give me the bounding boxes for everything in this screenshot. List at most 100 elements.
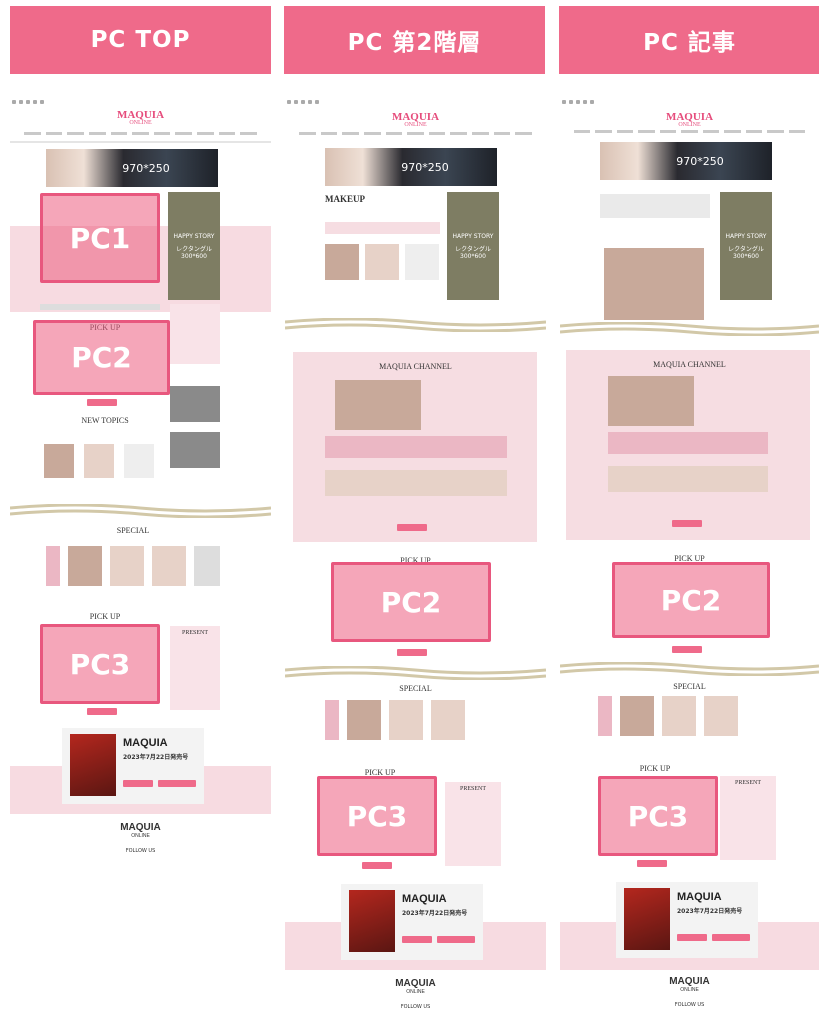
overlay-pc2-b: PC2 [331,562,491,642]
more-button[interactable] [87,399,117,406]
magazine-date: 2023年7月22日発売号 [123,754,189,761]
makeup-tags[interactable] [325,222,440,234]
magazine-cover-2[interactable] [349,890,395,952]
magazine-detail-button[interactable] [158,780,196,787]
column-pc-second-level: MAQUIA ONLINE 970*250 MAKEUP HAPPY STORY レ… [285,96,546,1017]
hero-caption [40,304,160,310]
global-nav-2[interactable] [299,132,533,136]
more-button-5[interactable] [672,646,702,653]
topic-thumb-3[interactable] [124,444,154,478]
magazine-buy-button[interactable] [123,780,153,787]
channel-main-thumb[interactable] [335,380,421,430]
section-pickup-title-2: PICK UP [89,612,121,621]
section-special-title: SPECIAL [116,526,150,535]
top-icons-3 [560,100,819,106]
article-hero-image[interactable] [604,248,704,320]
sidebar-box [170,304,220,364]
follow-us-3: FOLLOW US [674,1002,705,1008]
breadcrumb [10,141,271,143]
section-special-title-2: SPECIAL [399,684,432,693]
more-button-2[interactable] [87,708,117,715]
magazine-buy-button-3[interactable] [677,934,707,941]
special-thumb-3-3[interactable] [662,696,696,736]
side-ad[interactable]: HAPPY STORY レクタングル 300*600 [168,192,220,300]
special-thumb-3-4[interactable] [704,696,738,736]
article-title [600,194,710,218]
channel-thumb-row-2[interactable] [325,470,507,496]
special-thumb-5[interactable] [194,546,220,586]
side-ad-2[interactable]: HAPPY STORY レクタングル 300*600 [447,192,499,300]
makeup-title: MAKEUP [325,194,365,204]
makeup-thumb-1[interactable] [325,244,359,280]
wave-divider-3 [285,666,546,680]
global-nav-3[interactable] [574,130,805,134]
channel-title-2: MAQUIA CHANNEL [653,360,726,369]
header-pc-article: PC 記事 [559,6,819,74]
magazine-cover-3[interactable] [624,888,670,950]
section-pickup-title-6: PICK UP [639,764,671,773]
special-thumb-1[interactable] [46,546,60,586]
column-pc-article: MAQUIA ONLINE 970*250 HAPPY STORY レクタングル 3… [560,96,819,1017]
magazine-date-2: 2023年7月22日発売号 [402,910,468,917]
more-button-4[interactable] [362,862,392,869]
channel-more-button[interactable] [397,524,427,531]
magazine-detail-button-3[interactable] [712,934,750,941]
page: PC TOP PC 第2階層 PC 記事 MAQUIA ONLINE 970*25… [0,0,819,1017]
more-button-6[interactable] [637,860,667,867]
special-thumb-4[interactable] [152,546,186,586]
banner-ad-3[interactable]: 970*250 [600,142,772,180]
banner-ad[interactable]: 970*250 [46,149,218,187]
magazine-title-3: MAQUIA [677,891,722,903]
special-thumb-3[interactable] [110,546,144,586]
channel-thumb-row-2-1[interactable] [608,432,768,454]
site-logo[interactable]: MAQUIA ONLINE [10,110,271,127]
header-pc-second-level: PC 第2階層 [284,6,545,74]
special-thumb-2[interactable] [68,546,102,586]
global-nav[interactable] [24,132,258,136]
channel-more-button-2[interactable] [672,520,702,527]
top-icons [10,100,271,106]
section-special-title-3: SPECIAL [673,682,706,691]
channel-thumb-row-2-2[interactable] [608,466,768,492]
makeup-thumb-2[interactable] [365,244,399,280]
present-box[interactable]: PRESENT [170,626,220,710]
special-thumb-2-1[interactable] [325,700,339,740]
present-box-3[interactable]: PRESENT [720,776,776,860]
wave-divider-4 [560,322,819,336]
ad-box-1[interactable] [170,386,220,422]
overlay-pc3-b: PC3 [317,776,437,856]
footer-logo-2[interactable]: MAQUIA ONLINE [285,978,546,995]
follow-us: FOLLOW US [125,848,156,854]
special-thumb-2-3[interactable] [389,700,423,740]
wave-divider [10,504,271,518]
banner-ad-2[interactable]: 970*250 [325,148,497,186]
special-thumb-3-2[interactable] [620,696,654,736]
top-icons-2 [285,100,546,106]
channel-thumb-row-1[interactable] [325,436,507,458]
site-logo-2[interactable]: MAQUIA ONLINE [285,112,546,129]
header-pc-top: PC TOP [10,6,271,74]
special-thumb-2-4[interactable] [431,700,465,740]
special-thumb-3-1[interactable] [598,696,612,736]
ad-box-2[interactable] [170,432,220,468]
overlay-pc2-c: PC2 [612,562,770,638]
special-thumb-2-2[interactable] [347,700,381,740]
footer-logo-3[interactable]: MAQUIA ONLINE [560,976,819,993]
site-logo-3[interactable]: MAQUIA ONLINE [560,112,819,129]
topic-thumb-1[interactable] [44,444,74,478]
topic-thumb-2[interactable] [84,444,114,478]
footer-logo[interactable]: MAQUIA ONLINE [10,822,271,839]
magazine-cover[interactable] [70,734,116,796]
channel-title: MAQUIA CHANNEL [379,362,452,371]
overlay-pc1: PC1 [40,193,160,283]
wave-divider-2 [285,318,546,332]
magazine-buy-button-2[interactable] [402,936,432,943]
magazine-title-2: MAQUIA [402,893,447,905]
more-button-3[interactable] [397,649,427,656]
makeup-thumb-3[interactable] [405,244,439,280]
overlay-pc3: PC3 [40,624,160,704]
channel-main-thumb-2[interactable] [608,376,694,426]
present-box-2[interactable]: PRESENT [445,782,501,866]
side-ad-3[interactable]: HAPPY STORY レクタングル 300*600 [720,192,772,300]
magazine-detail-button-2[interactable] [437,936,475,943]
